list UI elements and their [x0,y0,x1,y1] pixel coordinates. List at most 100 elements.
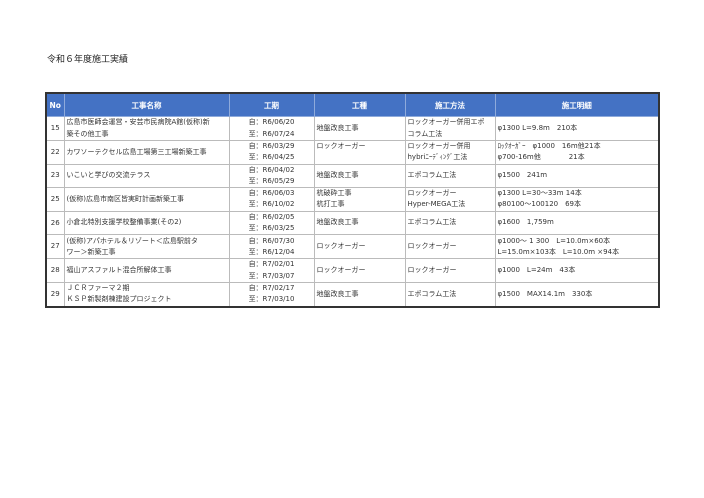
cell-no: 22 [45,140,65,165]
cell-line: ロックオーガー [316,242,366,251]
table-row: 15 広島市医師会運営・安芸市民病院A館(仮称)新 築その他工事 自：R6/06/20… [45,116,660,141]
table-row: 25 (仮称)広島市南区皆実町計画新築工事 自：R6/06/03 至：R6/10/02… [45,187,660,212]
cell-line: Hyper-MEGA工法 [407,200,466,209]
header-detail: 施工明細 [494,92,660,117]
cell-line: 至：R6/10/02 [248,200,295,209]
cell-line: エポコラム工法 [407,218,457,227]
cell-line: 地盤改良工事 [316,289,359,298]
cell-name: 広島市医師会運営・安芸市民病院A館(仮称)新 築その他工事 [63,116,230,141]
cell-period: 自：R6/06/03 至：R6/10/02 [228,187,315,212]
cell-line: 自：R7/02/01 [248,260,295,269]
cell-period: 自：R6/04/02 至：R6/05/29 [228,163,315,189]
header-period: 工期 [228,92,315,117]
cell-line: L=15.0m×103本 L=10.0m ×94本 [497,247,620,256]
cell-line: 自：R6/07/30 [248,236,295,245]
cell-line: 自：R6/06/03 [248,189,295,198]
cell-type: 地盤改良工事 [313,281,406,308]
cell-detail: φ1000～ 1 300 L=10.0m×60本 L=15.0m×103本 L=1… [494,234,660,260]
cell-no: 29 [45,281,65,308]
cell-type: ロックオーガー [313,140,406,165]
cell-detail: φ1500 241m [494,163,660,189]
cell-line: 至：R6/03/25 [248,224,295,233]
cell-line: 自：R6/03/29 [248,142,295,150]
cell-detail: φ1600 1,759m [494,210,660,236]
cell-line: φ80100～100120 69本 [497,200,582,209]
cell-line: 地盤改良工事 [316,218,359,227]
cell-line: 広島市医師会運営・安芸市民病院A館(仮称)新 [66,118,210,127]
cell-name: カワソーテクセル広島工場第三工場新築工事 [63,140,230,165]
cell-line: ロックオーガー併用エポ [407,118,485,127]
cell-period: 自：R6/03/29 至：R6/04/25 [228,140,315,165]
cell-line: ロックオーガー [407,266,457,275]
table-row: 29 ＪＣＲファーマ２期 ＫＳＰ新製剤棟建設プロジェクト 自：R7/02/17 至：R7… [45,281,660,308]
cell-line: 築その他工事 [66,129,109,138]
header-type: 工種 [313,92,406,117]
cell-line: ＪＣＲファーマ２期 [66,283,130,292]
cell-name: 小倉北特別支援学校整備事業(その2) [63,210,230,236]
cell-no: 26 [45,210,65,236]
cell-method: ロックオーガー [404,258,496,283]
cell-detail: φ1500 MAX14.1m 330本 [494,281,660,308]
cell-line: φ1300 L=9.8m 210本 [497,123,578,132]
cell-line: エポコラム工法 [407,171,457,180]
cell-line: (仮称)広島市南区皆実町計画新築工事 [66,194,184,203]
cell-detail: ﾛｯｸｵｰｶﾞｰ φ1000 16m他21本 φ700-16m他 21本 [494,140,660,165]
header-row: No 工事名称 工期 工種 施工方法 施工明細 [45,92,660,117]
cell-period: 自：R6/02/05 至：R6/03/25 [228,210,315,236]
cell-no: 15 [45,116,65,141]
cell-period: 自：R7/02/01 至：R7/03/07 [228,258,315,283]
cell-line: φ1500 MAX14.1m 330本 [497,289,593,298]
cell-type: 地盤改良工事 [313,163,406,189]
cell-line: 杭打工事 [316,200,345,209]
cell-method: ロックオーガー併用エポ コラム工法 [404,116,496,141]
cell-line: 自：R6/06/20 [248,118,295,127]
cell-line: ﾛｯｸｵｰｶﾞｰ φ1000 16m他21本 [497,142,601,150]
cell-no: 27 [45,234,65,260]
cell-line: 自：R6/02/05 [248,212,295,221]
cell-type: 地盤改良工事 [313,210,406,236]
header-name: 工事名称 [63,92,230,117]
cell-line: 至：R6/07/24 [248,129,295,138]
cell-line: 至：R6/05/29 [248,176,295,185]
cell-detail: φ1300 L=30～33m 14本 φ80100～100120 69本 [494,187,660,212]
cell-method: エポコラム工法 [404,281,496,308]
cell-period: 自：R6/06/20 至：R6/07/24 [228,116,315,141]
cell-line: φ1000 L=24m 43本 [497,266,576,275]
cell-line: hybriﾆｰﾃﾞｨﾝｸﾞ工法 [407,153,468,162]
cell-line: φ1300 L=30～33m 14本 [497,189,582,198]
cell-type: ロックオーガー [313,258,406,283]
cell-line: 自：R7/02/17 [248,283,295,292]
cell-method: エポコラム工法 [404,210,496,236]
cell-line: 小倉北特別支援学校整備事業(その2) [66,218,182,227]
table-row: 28 福山アスファルト混合所解体工事 自：R7/02/01 至：R7/03/07 ロック… [45,258,660,283]
cell-line: ロックオーガー [316,142,366,150]
cell-line: 杭破砕工事 [316,189,352,198]
cell-name: 福山アスファルト混合所解体工事 [63,258,230,283]
cell-line: φ700-16m他 21本 [497,153,585,162]
cell-detail: φ1000 L=24m 43本 [494,258,660,283]
cell-line: いこいと学びの交流テラス [66,171,151,180]
table-row: 26 小倉北特別支援学校整備事業(その2) 自：R6/02/05 至：R6/03/25… [45,210,660,236]
cell-line: 至：R6/12/04 [248,247,295,256]
cell-type: 地盤改良工事 [313,116,406,141]
cell-method: ロックオーガー [404,234,496,260]
cell-name: ＪＣＲファーマ２期 ＫＳＰ新製剤棟建設プロジェクト [63,281,230,308]
cell-line: ワー＞新築工事 [66,247,116,256]
construction-record-table: No 工事名称 工期 工種 施工方法 施工明細 15 広島市医師会運営・安芸市民病… [45,92,660,308]
cell-method: エポコラム工法 [404,163,496,189]
cell-line: φ1600 1,759m [497,218,554,227]
cell-line: 至：R6/04/25 [248,153,295,162]
cell-period: 自：R7/02/17 至：R7/03/10 [228,281,315,308]
cell-line: コラム工法 [407,129,443,138]
cell-line: カワソーテクセル広島工場第三工場新築工事 [66,147,207,156]
cell-type: 杭破砕工事 杭打工事 [313,187,406,212]
cell-line: ロックオーガー [316,266,366,275]
page-title: 令和６年度施工実績 [47,55,129,65]
cell-line: ロックオーガー [407,189,457,198]
table-row: 22 カワソーテクセル広島工場第三工場新築工事 自：R6/03/29 至：R6/04/… [45,140,660,165]
cell-method: ロックオーガー Hyper-MEGA工法 [404,187,496,212]
cell-line: 地盤改良工事 [316,171,359,180]
cell-name: (仮称)アパホテル＆リゾート＜広島駅前タ ワー＞新築工事 [63,234,230,260]
cell-line: ロックオーガー [407,242,457,251]
cell-line: 福山アスファルト混合所解体工事 [66,266,172,275]
